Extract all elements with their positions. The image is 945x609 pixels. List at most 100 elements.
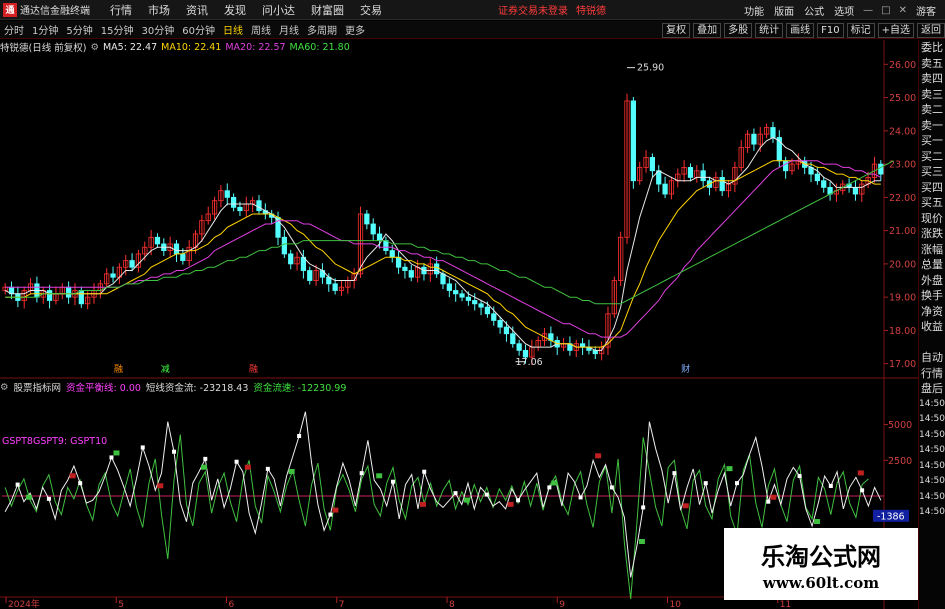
time-tick-label: 8 [449,600,455,609]
signal-flag [814,519,821,524]
sidebar-item[interactable]: 自动 [919,350,945,366]
back-button[interactable]: 返回 [917,22,945,38]
signal-dot [140,445,145,450]
sidebar-item[interactable]: 14:50 [919,443,945,459]
candle-body [878,163,884,175]
sidebar-item[interactable]: 委比 [919,40,945,56]
candle-body [154,236,161,245]
candle-body [783,160,789,172]
candle-body [503,326,510,335]
signal-flag [419,501,426,507]
sidebar-item[interactable]: 14:50 [919,490,945,506]
sidebar-item[interactable]: 卖二 [919,102,945,118]
ma5-line [4,136,881,351]
watermark-title: 乐淘公式网 [761,541,881,571]
candle-body [288,253,294,265]
signal-flag [770,494,777,500]
signal-dot [78,481,83,486]
sidebar-item[interactable]: 14:50 [919,505,945,521]
sidebar-item[interactable]: 14:50 [919,474,945,490]
sidebar-item[interactable]: 买五 [919,195,945,211]
candle-body [180,253,186,261]
sidebar-item[interactable]: 14:50 [919,412,945,428]
sidebar-item[interactable]: 14:50 [919,428,945,444]
sidebar-item[interactable]: 收益 [919,319,945,335]
candle-body [751,133,757,145]
signal-dot [484,492,489,497]
candle-body [484,306,491,315]
price-tick-label: 26.00 [889,60,916,71]
sidebar-item[interactable]: 总量 [919,257,945,273]
sidebar-item[interactable]: 卖一 [919,118,945,134]
signal-flag [595,453,602,459]
signal-flag [201,464,208,470]
sidebar-item[interactable]: 买四 [919,180,945,196]
watermark: 乐淘公式网 www.60lt.com [724,528,918,600]
signal-dot [109,455,114,460]
sidebar-item[interactable]: 14:50 [919,397,945,413]
sidebar-item[interactable]: 涨幅 [919,242,945,258]
sidebar-item[interactable]: 涨跌 [919,226,945,242]
event-marker: 减 [161,363,170,375]
signal-flag [857,470,864,476]
signal-flag [376,473,383,479]
signal-dot [766,499,771,504]
candle-body [770,127,776,138]
signal-flag [332,507,339,513]
candle-body [491,313,497,321]
signal-flag [25,494,32,500]
candle-body [522,349,529,358]
signal-dot [672,471,677,476]
stock-chart[interactable]: 26.0025.0024.0023.0022.0021.0020.0019.00… [0,0,918,609]
candle-body [66,286,72,298]
event-marker: 融 [249,364,258,375]
high-price-label: 25.90 [637,63,664,74]
sidebar-item[interactable]: 现价 [919,211,945,227]
sidebar-item[interactable]: 盘后 [919,381,945,397]
candle-body [434,263,440,275]
price-tick-label: 21.00 [889,226,916,237]
watermark-url: www.60lt.com [762,573,880,592]
current-value-label: -1386 [877,511,905,522]
candle-body [459,293,465,298]
candle-body [440,273,446,285]
candle-body [516,343,522,351]
signal-dot [46,496,51,501]
sidebar-item[interactable]: 买三 [919,164,945,180]
time-tick-label: 7 [339,600,345,609]
sidebar-item[interactable]: 卖三 [919,87,945,103]
signal-dot [703,481,708,486]
candle-body [814,173,820,182]
sidebar-item[interactable]: 买二 [919,149,945,165]
candle-body [307,270,313,281]
quote-sidebar: 委比 卖五 卖四 卖三 卖二 卖一 买一 买二 买三 买四 买五 现价 涨跌 涨幅 总量 外盘 换手 净资 收益自动… [918,40,945,609]
price-tick-label: 19.00 [889,293,916,304]
sidebar-item[interactable]: 净资 [919,304,945,320]
candle-body [281,236,287,255]
candle-body [687,167,694,178]
sidebar-item[interactable]: 卖五 [919,56,945,72]
sidebar-item[interactable]: 行情 [919,366,945,382]
price-tick-label: 17.00 [889,359,916,370]
signal-flag [288,469,295,474]
sidebar-item[interactable]: 14:50 [919,459,945,475]
price-tick-label: 22.00 [889,193,916,204]
candle-body [256,200,262,212]
signal-dot [203,456,208,461]
sidebar-item[interactable]: 换手 [919,288,945,304]
candle-body [230,196,237,208]
signal-flag [638,539,645,544]
sidebar-item[interactable]: 外盘 [919,273,945,289]
sidebar-item[interactable] [919,335,945,351]
signal-dot [797,474,802,478]
sidebar-item[interactable]: 买一 [919,133,945,149]
price-tick-label: 24.00 [889,126,916,137]
price-tick-label: 18.00 [889,326,916,337]
signal-dot [265,466,270,471]
candle-body [408,270,414,278]
signal-dot [578,495,583,500]
candle-body [370,223,376,235]
sidebar-item[interactable]: 卖四 [919,71,945,87]
candle-body [395,256,402,268]
signal-flag [113,450,120,456]
